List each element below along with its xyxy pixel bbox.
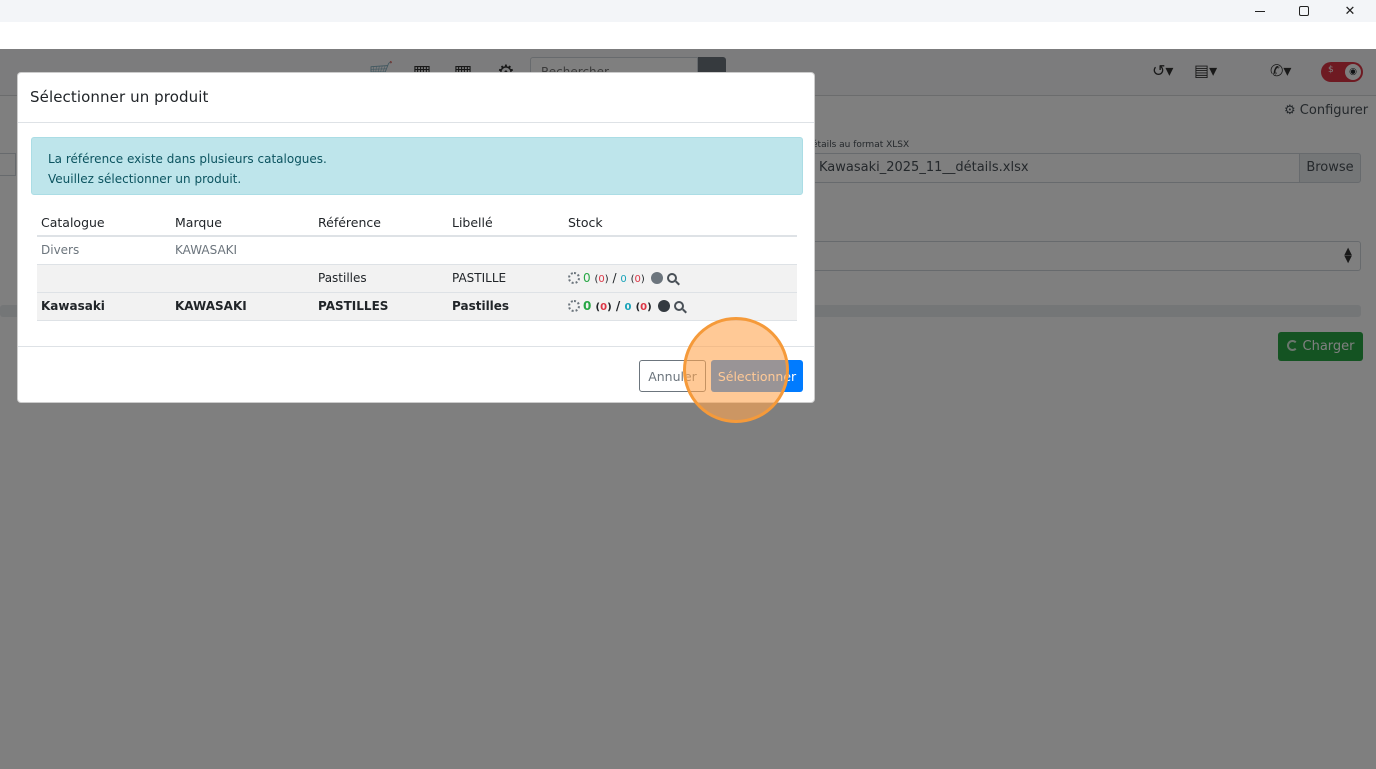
cell-marque: KAWASAKI (171, 236, 314, 265)
cell-catalogue (37, 264, 171, 293)
cell-libelle (448, 236, 564, 265)
stock-qty: 0 (583, 299, 592, 313)
stock-status-icon (568, 300, 580, 312)
modal-title: Sélectionner un produit (30, 88, 209, 106)
address-bar (0, 22, 1376, 49)
cell-marque: KAWASAKI (171, 292, 314, 321)
column-header-marque: Marque (171, 209, 314, 237)
cancel-button[interactable]: Annuler (639, 360, 706, 392)
search-icon[interactable] (666, 273, 677, 283)
info-alert: La référence existe dans plusieurs catal… (31, 137, 803, 195)
stock-ordered: 0 (624, 302, 632, 313)
cell-catalogue: Divers (37, 236, 171, 265)
column-header-reference: Référence (314, 209, 448, 237)
availability-dot-icon (657, 300, 670, 312)
modal-footer: Annuler Sélectionner (18, 346, 814, 403)
stock-separator: / (612, 271, 617, 285)
stock-ordered: 0 (620, 274, 627, 285)
modal-header: Sélectionner un produit (18, 73, 814, 123)
stock-qty: 0 (583, 271, 591, 285)
cell-stock: 0 (0) / 0 (0) (564, 264, 797, 293)
cell-stock (564, 236, 797, 265)
column-header-stock: Stock (564, 209, 797, 237)
stock-status-icon (568, 272, 580, 284)
stock-separator: / (615, 299, 621, 313)
cell-stock: 0 (0) / 0 (0) (564, 292, 797, 321)
cell-reference: Pastilles (314, 264, 448, 293)
close-icon[interactable]: ✕ (1328, 0, 1372, 22)
alert-line-1: La référence existe dans plusieurs catal… (48, 152, 327, 166)
search-icon[interactable] (673, 301, 684, 311)
cell-libelle: Pastilles (448, 292, 564, 321)
cell-libelle: PASTILLE (448, 264, 564, 293)
select-product-modal: Sélectionner un produit La référence exi… (17, 72, 815, 403)
alert-line-2: Veuillez sélectionner un produit. (48, 172, 242, 186)
cell-reference: PASTILLES (314, 292, 448, 321)
table-row[interactable]: Divers KAWASAKI (37, 236, 797, 265)
window-titlebar: ✕ (0, 0, 1376, 22)
column-header-libelle: Libellé (448, 209, 564, 237)
product-table: Catalogue Marque Référence Libellé Stock… (37, 209, 797, 321)
cell-catalogue: Kawasaki (37, 292, 171, 321)
minimize-icon[interactable] (1238, 0, 1282, 22)
table-row[interactable]: Kawasaki KAWASAKI PASTILLES Pastilles 0 … (37, 292, 797, 321)
column-header-catalogue: Catalogue (37, 209, 171, 237)
table-row[interactable]: Pastilles PASTILLE 0 (0) / 0 (0) (37, 264, 797, 293)
maximize-icon[interactable] (1282, 0, 1326, 22)
table-header-row: Catalogue Marque Référence Libellé Stock (37, 209, 797, 237)
select-button[interactable]: Sélectionner (711, 360, 803, 392)
availability-dot-icon (650, 272, 663, 284)
cell-marque (171, 264, 314, 293)
cell-reference (314, 236, 448, 265)
